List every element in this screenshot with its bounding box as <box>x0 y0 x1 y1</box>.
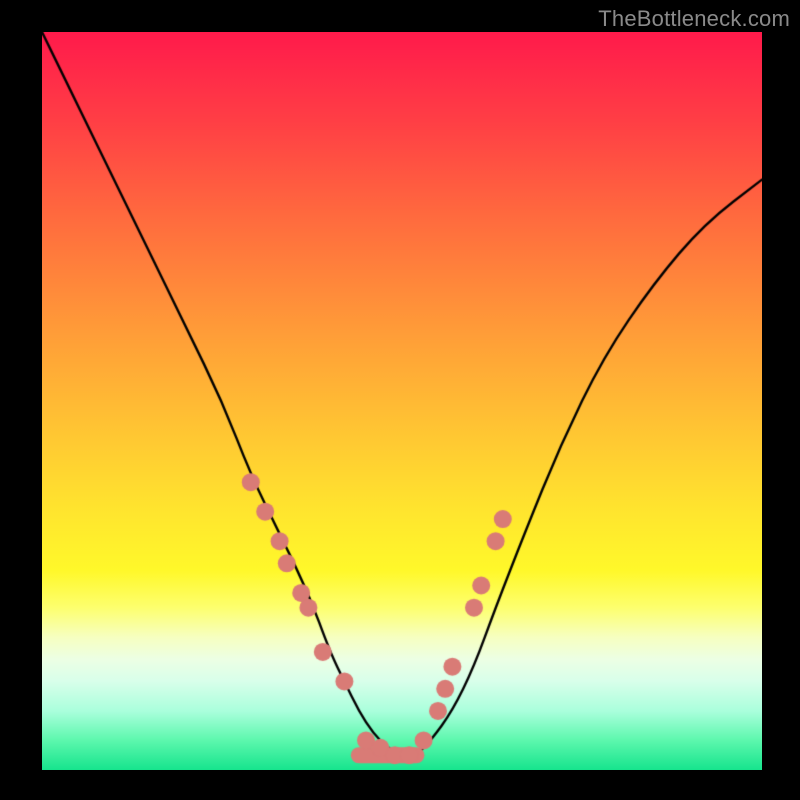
watermark-text: TheBottleneck.com <box>598 6 790 32</box>
chart-container: TheBottleneck.com <box>0 0 800 800</box>
gradient-background <box>42 32 762 770</box>
